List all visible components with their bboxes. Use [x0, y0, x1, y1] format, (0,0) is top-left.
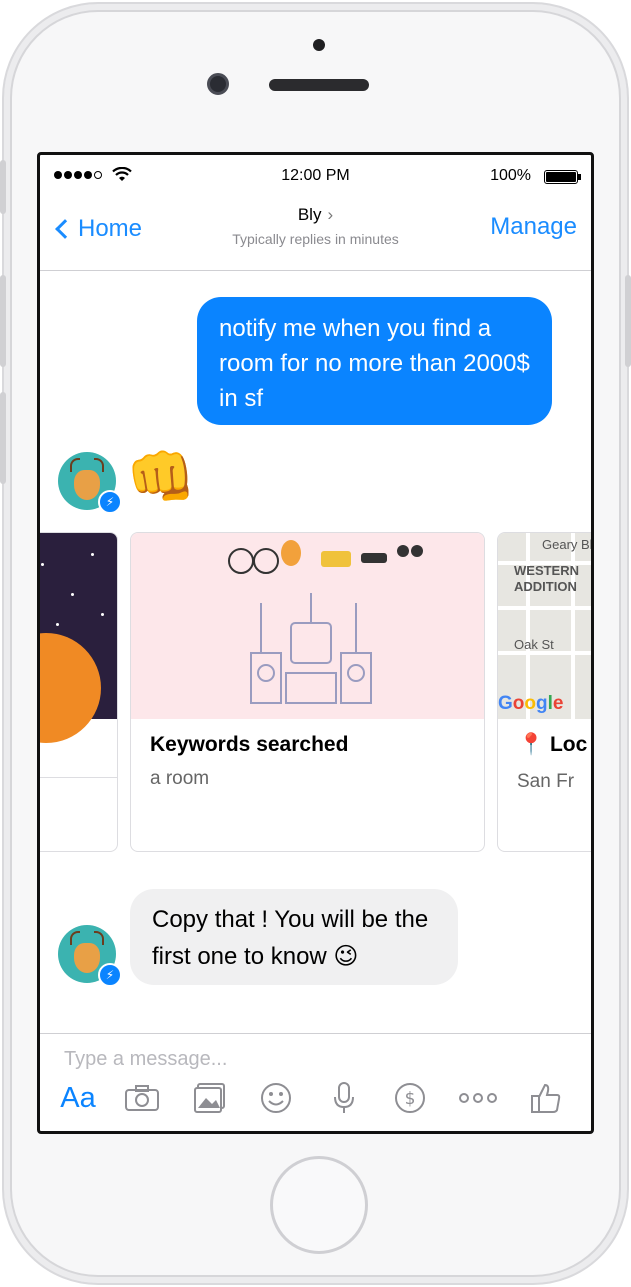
message-input[interactable]: Type a message... — [64, 1048, 227, 1071]
card-title: Keywords searched — [150, 733, 349, 756]
bot-name: Bly — [297, 205, 322, 224]
fist-bump-emoji[interactable]: 👊 — [126, 447, 196, 507]
battery-icon — [544, 170, 578, 184]
microphone-icon[interactable] — [324, 1078, 364, 1118]
power-button — [625, 275, 631, 367]
map-label: Geary Bl — [542, 537, 593, 552]
outgoing-message[interactable]: notify me when you find a room for no mo… — [197, 297, 552, 425]
space-illustration — [40, 533, 117, 743]
payment-icon[interactable]: $ — [390, 1078, 430, 1118]
carousel-card-location[interactable]: Geary Bl WESTERN ADDITION Oak St Google … — [497, 532, 593, 852]
chevron-right-icon: › — [327, 205, 334, 224]
volume-up-button — [0, 275, 6, 367]
machine-icon — [250, 593, 372, 704]
manage-button[interactable]: Manage — [490, 213, 577, 241]
gallery-icon[interactable] — [190, 1078, 230, 1118]
google-logo: Google — [498, 693, 564, 714]
message-composer: Type a message... Aa $ — [40, 1033, 591, 1131]
earpiece — [269, 79, 369, 91]
messenger-badge-icon: ⚡ — [98, 963, 122, 987]
more-icon[interactable] — [454, 1078, 502, 1118]
status-bar: 12:00 PM 100% — [40, 155, 591, 195]
text-format-button[interactable]: Aa — [58, 1078, 98, 1118]
incoming-message[interactable]: Copy that ! You will be the first one to… — [130, 889, 458, 985]
carousel-card-keywords[interactable]: Keywords searched a room — [130, 532, 485, 852]
card-subtitle: San Fr — [517, 771, 575, 792]
travel-items-icon — [228, 540, 423, 574]
carousel-card[interactable] — [40, 532, 118, 852]
emoji-icon[interactable] — [256, 1078, 296, 1118]
map-label: WESTERN — [514, 563, 579, 578]
map-label: Oak St — [514, 637, 554, 652]
map-label: ADDITION — [514, 579, 577, 594]
messenger-screen: 12:00 PM 100% Home Bly › Typically replie… — [37, 152, 594, 1134]
composer-toolbar: Aa $ — [40, 1078, 591, 1122]
like-icon[interactable] — [526, 1078, 566, 1118]
machine-illustration — [131, 533, 484, 719]
bot-avatar[interactable]: ⚡ — [58, 925, 122, 987]
home-button[interactable] — [270, 1156, 368, 1254]
battery-percent: 100% — [490, 167, 531, 184]
front-camera — [207, 73, 229, 95]
bot-avatar[interactable]: ⚡ — [58, 452, 122, 514]
card-subtitle: a room — [150, 768, 210, 789]
card-title: 📍 Loc — [518, 733, 588, 756]
mute-switch — [0, 160, 6, 214]
map-thumbnail: Geary Bl WESTERN ADDITION Oak St Google — [498, 533, 593, 719]
svg-text:$: $ — [405, 1089, 416, 1109]
messenger-badge-icon: ⚡ — [98, 490, 122, 514]
sensor-dot — [313, 39, 325, 51]
volume-down-button — [0, 392, 6, 484]
navigation-bar: Home Bly › Typically replies in minutes M… — [40, 195, 591, 271]
camera-icon[interactable] — [122, 1078, 162, 1118]
